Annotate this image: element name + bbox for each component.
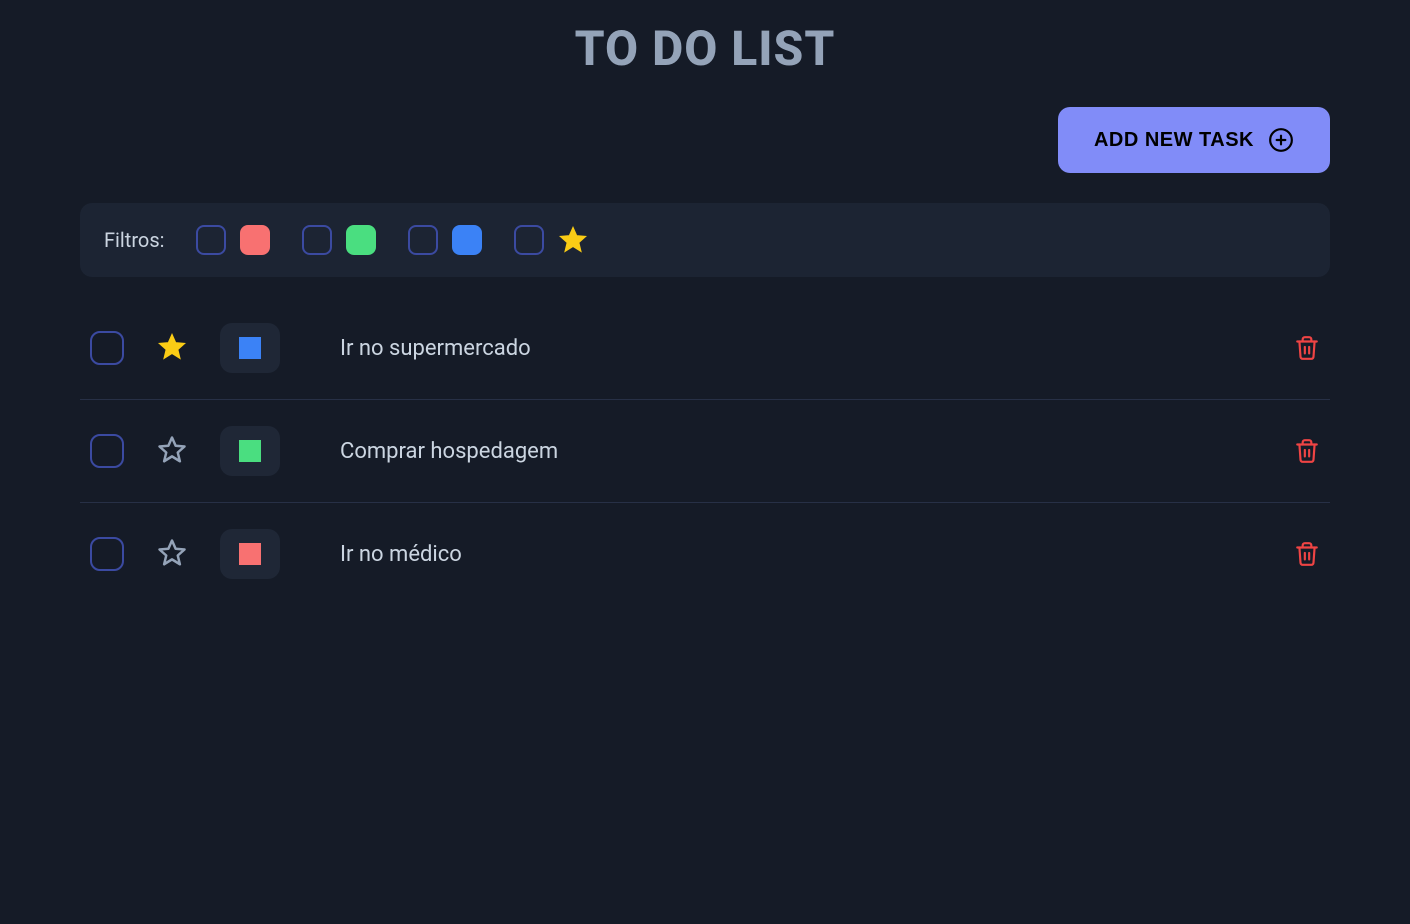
trash-icon bbox=[1294, 438, 1320, 464]
color-swatch-red-icon bbox=[240, 225, 270, 255]
delete-task-button[interactable] bbox=[1294, 335, 1320, 361]
add-task-label: ADD NEW TASK bbox=[1094, 129, 1254, 152]
task-done-checkbox[interactable] bbox=[90, 537, 124, 571]
star-filled-icon bbox=[157, 332, 187, 362]
task-color-box bbox=[220, 323, 280, 373]
task-star-button[interactable] bbox=[157, 538, 187, 571]
plus-circle-icon bbox=[1268, 127, 1294, 153]
filter-red bbox=[196, 225, 270, 255]
filter-green-checkbox[interactable] bbox=[302, 225, 332, 255]
color-swatch-blue-icon bbox=[239, 337, 261, 359]
task-row: Ir no supermercado bbox=[80, 297, 1330, 400]
color-swatch-blue-icon bbox=[452, 225, 482, 255]
filters-label: Filtros: bbox=[104, 228, 164, 252]
filter-star bbox=[514, 225, 588, 255]
filter-red-checkbox[interactable] bbox=[196, 225, 226, 255]
star-icon bbox=[558, 225, 588, 255]
task-done-checkbox[interactable] bbox=[90, 331, 124, 365]
color-swatch-red-icon bbox=[239, 543, 261, 565]
task-color-box bbox=[220, 529, 280, 579]
color-swatch-green-icon bbox=[346, 225, 376, 255]
color-swatch-green-icon bbox=[239, 440, 261, 462]
trash-icon bbox=[1294, 335, 1320, 361]
task-done-checkbox[interactable] bbox=[90, 434, 124, 468]
task-text: Ir no supermercado bbox=[340, 336, 1294, 361]
delete-task-button[interactable] bbox=[1294, 541, 1320, 567]
star-outline-icon bbox=[157, 435, 187, 465]
page-title: TO DO LIST bbox=[80, 0, 1330, 107]
task-text: Comprar hospedagem bbox=[340, 439, 1294, 464]
task-list: Ir no supermercado Comprar hospedagem bbox=[80, 297, 1330, 605]
filter-blue-checkbox[interactable] bbox=[408, 225, 438, 255]
filter-green bbox=[302, 225, 376, 255]
trash-icon bbox=[1294, 541, 1320, 567]
filter-blue bbox=[408, 225, 482, 255]
filters-bar: Filtros: bbox=[80, 203, 1330, 277]
task-text: Ir no médico bbox=[340, 542, 1294, 567]
add-task-button[interactable]: ADD NEW TASK bbox=[1058, 107, 1330, 173]
task-star-button[interactable] bbox=[157, 332, 187, 365]
task-star-button[interactable] bbox=[157, 435, 187, 468]
task-color-box bbox=[220, 426, 280, 476]
task-row: Comprar hospedagem bbox=[80, 400, 1330, 503]
delete-task-button[interactable] bbox=[1294, 438, 1320, 464]
star-outline-icon bbox=[157, 538, 187, 568]
task-row: Ir no médico bbox=[80, 503, 1330, 605]
filter-star-checkbox[interactable] bbox=[514, 225, 544, 255]
actions-bar: ADD NEW TASK bbox=[80, 107, 1330, 173]
